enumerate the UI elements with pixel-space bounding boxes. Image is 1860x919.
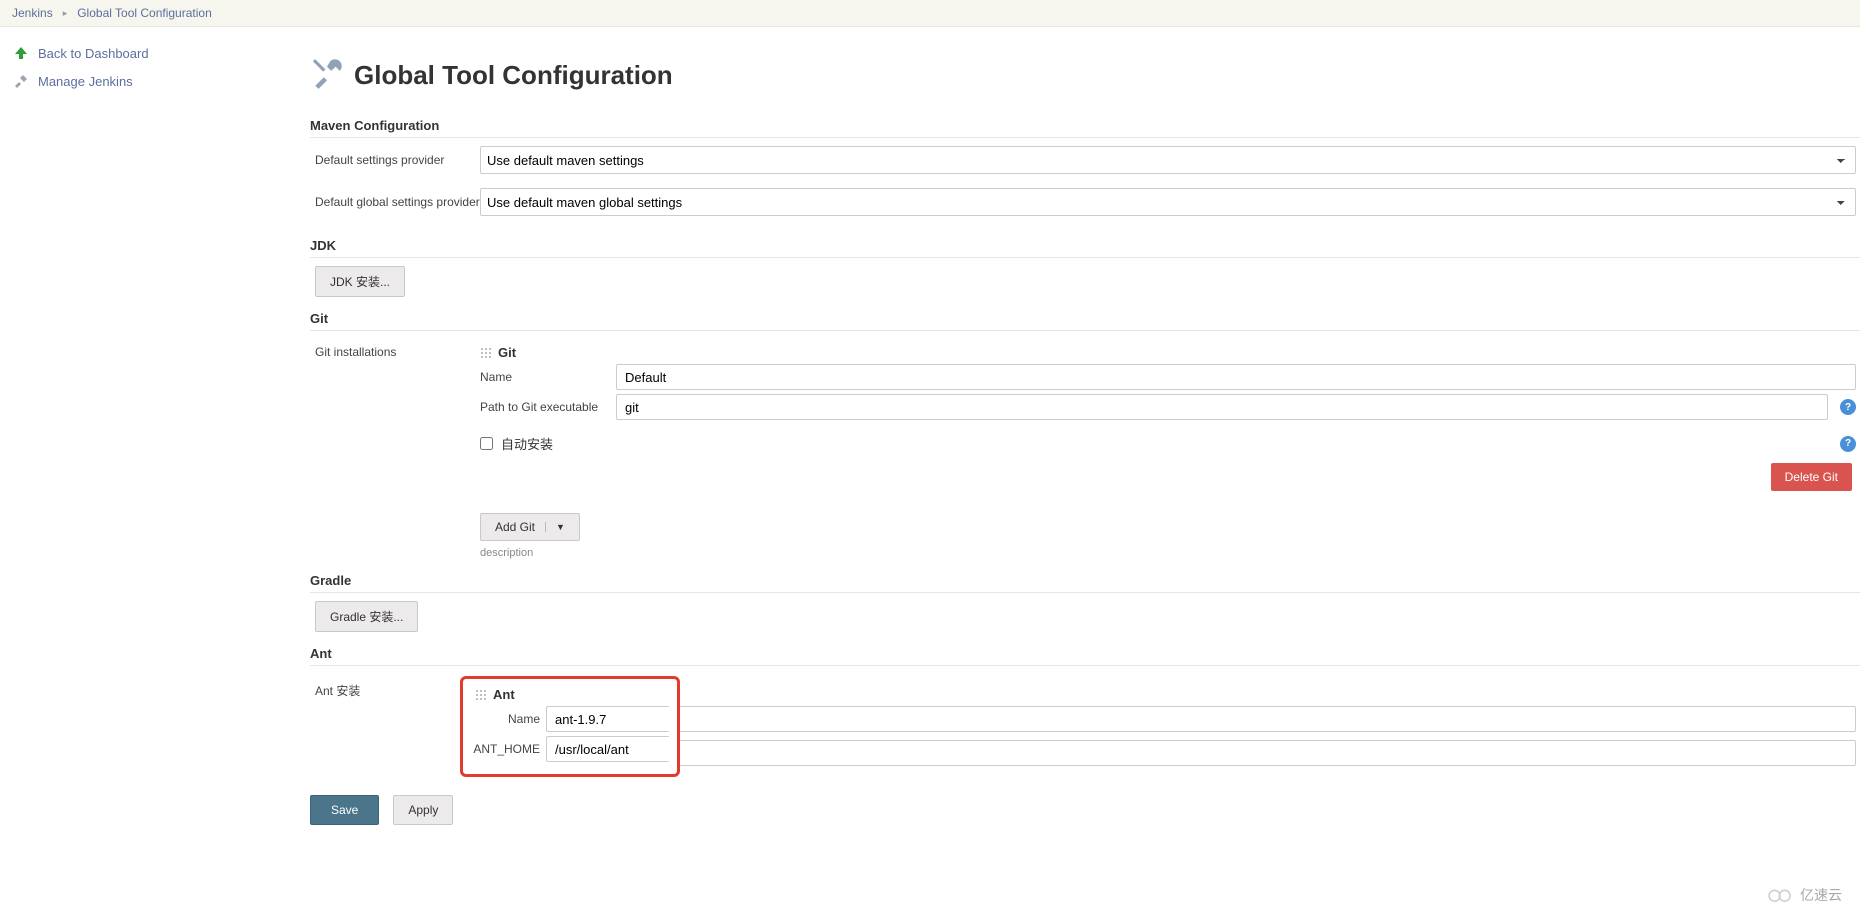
maven-global-select[interactable]: Use default maven global settings <box>480 188 1856 216</box>
wrench-screwdriver-icon <box>310 57 344 94</box>
ant-home-input[interactable] <box>546 736 669 762</box>
sidebar-manage-label: Manage Jenkins <box>38 74 133 89</box>
watermark: 亿速云 <box>1766 885 1842 905</box>
git-description-hint: description <box>480 547 1856 559</box>
chevron-right-icon: ▸ <box>63 8 68 19</box>
up-arrow-icon <box>12 44 30 62</box>
help-icon[interactable]: ? <box>1840 436 1856 452</box>
jdk-install-button[interactable]: JDK 安装... <box>315 266 405 297</box>
sidebar: Back to Dashboard Manage Jenkins <box>0 27 300 855</box>
sidebar-manage-jenkins[interactable]: Manage Jenkins <box>8 67 300 95</box>
ant-tool-title: Ant <box>493 687 515 702</box>
git-path-label: Path to Git executable <box>480 400 610 414</box>
git-path-input[interactable] <box>616 394 1828 420</box>
ant-home-label: ANT_HOME <box>471 742 546 756</box>
maven-default-select[interactable]: Use default maven settings <box>480 146 1856 174</box>
breadcrumb-global-tool-config[interactable]: Global Tool Configuration <box>77 6 212 20</box>
maven-default-label: Default settings provider <box>310 153 480 167</box>
breadcrumb: Jenkins ▸ Global Tool Configuration <box>0 0 1860 27</box>
help-icon[interactable]: ? <box>1840 399 1856 415</box>
ant-name-input[interactable] <box>546 706 669 732</box>
git-name-label: Name <box>480 370 610 384</box>
sidebar-back-dashboard[interactable]: Back to Dashboard <box>8 39 300 67</box>
apply-button[interactable]: Apply <box>393 795 453 825</box>
ant-name-label: Name <box>471 712 546 726</box>
section-jdk: JDK <box>310 238 1860 258</box>
git-tool-title: Git <box>498 345 516 360</box>
git-name-input[interactable] <box>616 364 1856 390</box>
add-git-label: Add Git <box>495 520 535 534</box>
maven-global-label: Default global settings provider <box>310 195 480 209</box>
add-git-button[interactable]: Add Git ▼ <box>480 513 580 541</box>
ant-installations-label: Ant 安装 <box>310 676 460 699</box>
sidebar-back-label: Back to Dashboard <box>38 46 149 61</box>
gradle-install-button[interactable]: Gradle 安装... <box>315 601 418 632</box>
ant-home-input-ext[interactable] <box>680 740 1856 766</box>
save-button[interactable]: Save <box>310 795 379 825</box>
drag-handle-icon[interactable] <box>475 689 487 701</box>
breadcrumb-jenkins[interactable]: Jenkins <box>12 6 53 20</box>
caret-down-icon: ▼ <box>545 522 565 532</box>
drag-handle-icon[interactable] <box>480 347 492 359</box>
tools-icon <box>12 72 30 90</box>
git-autoinstall-label: 自动安装 <box>501 434 553 453</box>
section-maven: Maven Configuration <box>310 118 1860 138</box>
delete-git-button[interactable]: Delete Git <box>1771 463 1852 491</box>
git-installations-label: Git installations <box>310 339 480 359</box>
git-autoinstall-checkbox[interactable] <box>480 437 493 450</box>
main-content: Global Tool Configuration Maven Configur… <box>300 27 1860 855</box>
ant-name-input-ext[interactable] <box>680 706 1856 732</box>
section-gradle: Gradle <box>310 573 1860 593</box>
ant-highlight-box: Ant Name ANT_HOME <box>460 676 680 777</box>
page-title: Global Tool Configuration <box>354 60 673 91</box>
watermark-text: 亿速云 <box>1800 885 1842 905</box>
section-git: Git <box>310 311 1860 331</box>
section-ant: Ant <box>310 646 1860 666</box>
